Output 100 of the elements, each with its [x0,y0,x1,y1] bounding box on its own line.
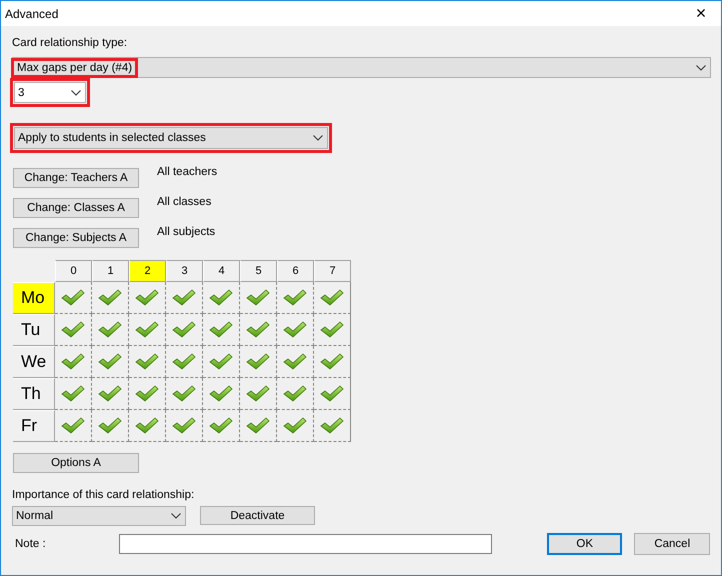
grid-cell[interactable] [166,346,203,378]
grid-cell[interactable] [314,282,351,314]
check-icon [98,288,122,306]
grid-cell[interactable] [92,378,129,410]
check-icon [283,416,307,434]
grid-cell[interactable] [240,410,277,442]
grid-cell[interactable] [129,282,166,314]
period-header[interactable]: 2 [129,260,166,282]
check-icon [209,384,233,402]
grid-cell[interactable] [129,378,166,410]
grid-cell[interactable] [55,378,92,410]
check-icon [283,352,307,370]
period-header[interactable]: 7 [314,260,351,282]
grid-cell[interactable] [92,346,129,378]
note-field[interactable] [119,534,492,554]
filter-value: All classes [157,196,212,208]
close-button[interactable]: × [681,1,721,26]
grid-cell[interactable] [166,378,203,410]
check-icon [283,384,307,402]
check-icon [209,416,233,434]
grid-cell[interactable] [203,410,240,442]
check-icon [283,288,307,306]
grid-cell[interactable] [277,314,314,346]
grid-cell[interactable] [314,378,351,410]
grid-cell[interactable] [240,378,277,410]
note-label: Note : [14,538,47,550]
check-icon [61,352,85,370]
grid-cell[interactable] [203,282,240,314]
check-icon [283,320,307,338]
period-header[interactable]: 1 [92,260,129,282]
grid-cell[interactable] [314,346,351,378]
cancel-button[interactable]: Cancel [634,533,710,555]
check-icon [172,288,196,306]
day-header[interactable]: Th [13,378,55,410]
deactivate-button[interactable]: Deactivate [200,506,315,525]
grid-cell[interactable] [92,314,129,346]
day-header[interactable]: We [13,346,55,378]
grid-cell[interactable] [277,410,314,442]
apply-select[interactable]: Apply to students in selected classes [14,127,328,149]
check-icon [172,320,196,338]
check-icon [209,352,233,370]
period-header[interactable]: 0 [55,260,92,282]
grid-cell[interactable] [166,410,203,442]
grid-cell[interactable] [129,314,166,346]
change-button[interactable]: Change: Subjects A [13,228,139,248]
ok-button[interactable]: OK [546,533,622,555]
grid-cell[interactable] [240,314,277,346]
check-icon [135,320,159,338]
grid-cell[interactable] [129,346,166,378]
change-button[interactable]: Change: Classes A [13,198,139,218]
grid-cell[interactable] [277,378,314,410]
grid-cell[interactable] [203,346,240,378]
grid-cell[interactable] [129,410,166,442]
check-icon [320,288,344,306]
grid-cell[interactable] [55,346,92,378]
check-icon [61,416,85,434]
window-title: Advanced [5,6,58,20]
grid-cell[interactable] [92,282,129,314]
check-icon [246,352,270,370]
grid-cell[interactable] [203,314,240,346]
period-header[interactable]: 3 [166,260,203,282]
period-header[interactable]: 5 [240,260,277,282]
period-header[interactable]: 4 [203,260,240,282]
grid-cell[interactable] [240,282,277,314]
count-select[interactable]: 3 [14,82,86,103]
check-icon [246,384,270,402]
grid-cell[interactable] [92,410,129,442]
grid-cell[interactable] [55,282,92,314]
day-header[interactable]: Mo [13,282,55,314]
filter-value: All teachers [157,166,218,178]
options-button[interactable]: Options A [13,453,139,473]
grid-cell[interactable] [277,282,314,314]
grid-cell[interactable] [55,410,92,442]
relationship-type-select[interactable]: Max gaps per day (#4) [12,57,711,78]
chevron-icon [313,135,323,141]
grid-cell[interactable] [203,378,240,410]
grid-cell[interactable] [240,346,277,378]
grid-cell[interactable] [166,282,203,314]
check-icon [98,352,122,370]
grid-cell[interactable] [314,410,351,442]
grid-cell[interactable] [166,314,203,346]
check-icon [135,288,159,306]
field-label: Importance of this card relationship: [12,489,194,501]
check-icon [172,352,196,370]
check-icon [320,416,344,434]
check-icon [135,384,159,402]
period-header[interactable]: 6 [277,260,314,282]
grid-cell[interactable] [314,314,351,346]
check-icon [61,384,85,402]
check-icon [98,384,122,402]
day-header[interactable]: Tu [13,314,55,346]
check-icon [246,288,270,306]
check-icon [135,352,159,370]
change-button[interactable]: Change: Teachers A [13,168,139,188]
grid-cell[interactable] [277,346,314,378]
check-icon [98,320,122,338]
grid-cell[interactable] [55,314,92,346]
day-header[interactable]: Fr [13,410,55,442]
importance-select[interactable]: Normal [12,506,186,526]
check-icon [209,288,233,306]
